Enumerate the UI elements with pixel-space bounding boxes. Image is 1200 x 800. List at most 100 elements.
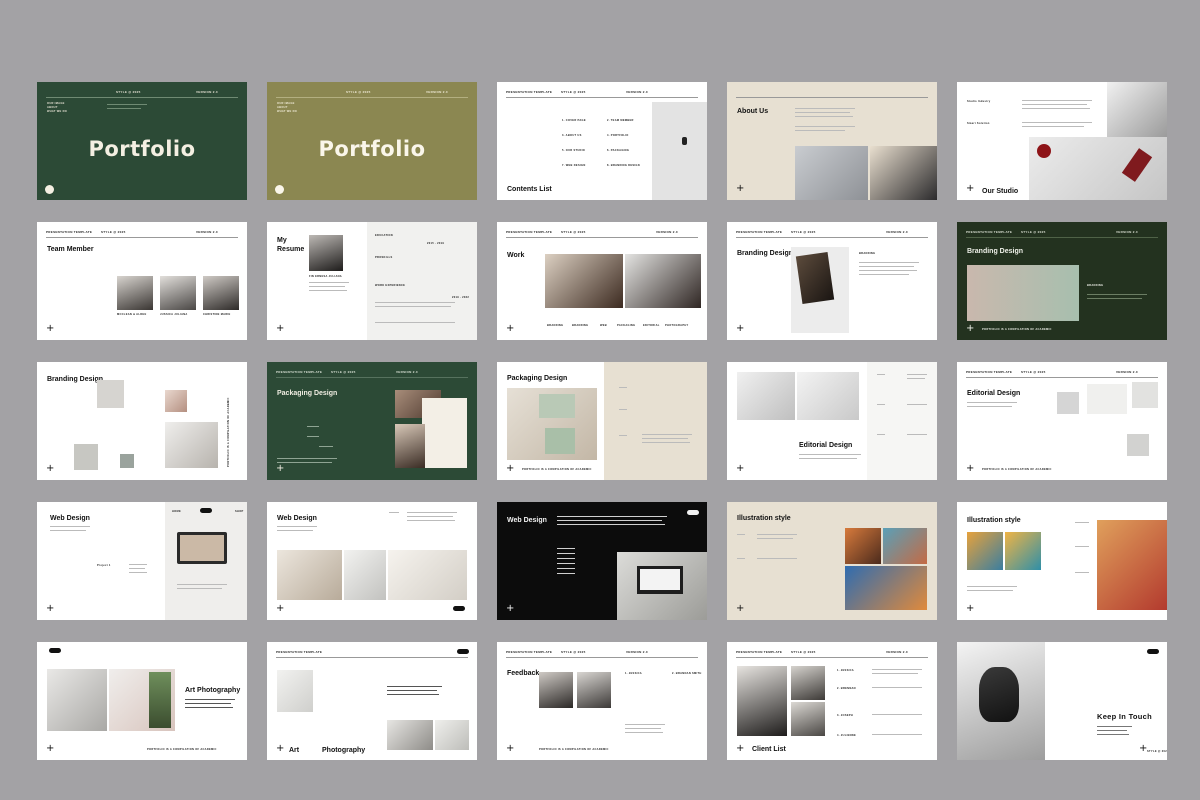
slide-contents[interactable]: PRESENTATION TEMPLATE STYLE @ 2025 VERSI… [497,82,707,200]
text-line [129,568,145,570]
text-line [907,434,927,436]
text-line [907,404,927,406]
menu-item: OUR IMAGE [277,102,295,105]
slide-studio[interactable]: Studio Industry Smart Solution Our Studi… [957,82,1167,200]
slide-editorial-2[interactable]: PRESENTATION TEMPLATE STYLE @ 2025 VERSI… [957,362,1167,480]
header-style: STYLE @ 2025 [116,90,141,94]
slide-title: Client List [752,746,786,753]
slide-title: Branding Design [967,248,1024,255]
text-line [625,732,663,734]
header-version: VERSION 2.0 [426,90,448,94]
client-photo [737,666,787,736]
client-photo [791,666,825,700]
slide-art-2[interactable]: PRESENTATION TEMPLATE Art Photography + [267,642,477,760]
plus-icon: + [966,603,975,614]
client-item: 2. BRENNAN [837,687,856,690]
text-line [795,112,850,114]
slide-title: Team Member [47,246,94,253]
slide-title: Illustration style [967,517,1021,524]
web-tab[interactable]: SHOP [235,510,244,513]
text-line [619,387,627,389]
slide-feedback[interactable]: PRESENTATION TEMPLATE STYLE @ 2025 VERSI… [497,642,707,760]
text-line [557,558,575,560]
web-tab-pill[interactable] [453,606,465,611]
slide-portfolio-olive[interactable]: STYLE @ 2025 VERSION 2.0 OUR IMAGE ABOUT… [267,82,477,200]
slide-packaging-beige[interactable]: Packaging Design PORTFOLIO IS A COMPILAT… [497,362,707,480]
text-line [557,553,575,555]
slide-title: Editorial Design [799,442,853,449]
header-version: VERSION 2.0 [1116,230,1138,234]
slide-header: PRESENTATION TEMPLATE STYLE @ 2025 VERSI… [736,230,928,236]
text-line [967,406,1012,408]
header-version: VERSION 2.0 [656,230,678,234]
slide-packaging-green[interactable]: PRESENTATION TEMPLATE STYLE @ 2025 VERSI… [267,362,477,480]
logo-icon [275,185,284,194]
slide-resume[interactable]: My Resume FIN ERNESA JULIANA EDUCATION 2… [267,222,477,340]
nav-pill[interactable] [1147,649,1159,654]
text-line [1022,108,1090,110]
contents-item: 1. COVER PAGE [562,119,586,122]
text-line [1097,730,1127,732]
slide-illustration-1[interactable]: Illustration style + [727,502,937,620]
slide-branding-dark[interactable]: PRESENTATION TEMPLATE STYLE @ 2025 VERSI… [957,222,1167,340]
slide-title: Feedback [507,670,540,677]
plant-photo [149,672,171,728]
slide-keep-in-touch[interactable]: Keep In Touch + STYLE @ 2025 [957,642,1167,760]
nav-pill[interactable] [457,649,469,654]
slide-work[interactable]: PRESENTATION TEMPLATE STYLE @ 2025 VERSI… [497,222,707,340]
slide-art-photography[interactable]: Art Photography PORTFOLIO IS A COMPILATI… [37,642,247,760]
divider [506,237,698,238]
stationery-photo [737,372,795,420]
text-line [319,446,333,448]
slide-illustration-2[interactable]: Illustration style + [957,502,1167,620]
plus-icon: + [46,603,55,614]
slide-portfolio-green[interactable]: STYLE @ 2025 VERSION 2.0 OUR IMAGE ABOUT… [37,82,247,200]
text-line [185,699,235,701]
header-template: PRESENTATION TEMPLATE [966,370,1013,374]
work-tag: BRANDING [547,324,564,327]
slide-web-dark[interactable]: Web Design + [497,502,707,620]
photography-word: Photography [322,747,366,754]
text-line [872,714,922,716]
text-line [387,694,439,696]
header-template: PRESENTATION TEMPLATE [46,230,93,234]
portfolio-title: Portfolio [88,137,196,161]
text-line [1022,100,1092,102]
slide-team[interactable]: PRESENTATION TEMPLATE STYLE @ 2025 VERSI… [37,222,247,340]
text-line [50,530,86,532]
illustration-art [845,566,927,610]
slide-web-1[interactable]: Web Design HOME SHOP Project 1 + [37,502,247,620]
slide-branding-white[interactable]: PRESENTATION TEMPLATE STYLE @ 2025 VERSI… [727,222,937,340]
slide-editorial[interactable]: Editorial Design + [727,362,937,480]
divider [506,97,698,98]
slide-client-list[interactable]: PRESENTATION TEMPLATE STYLE @ 2025 VERSI… [727,642,937,760]
client-photo [791,702,825,736]
header-version: VERSION 2.0 [396,370,418,374]
resume-section: EDUCATION [375,234,393,237]
text-line [625,728,661,730]
nav-pill[interactable] [49,648,61,653]
slide-title: Keep In Touch [1097,712,1153,721]
box-photo [545,428,575,454]
slide-about[interactable]: About Us + [727,82,937,200]
contents-item: 7. WEB DESIGN [562,164,586,167]
text-line [309,290,347,292]
text-line [737,558,745,560]
text-line [407,512,457,514]
web-tab-pill[interactable] [200,508,212,513]
web-tab-pill[interactable] [687,510,699,515]
shelf-photo [387,720,433,750]
slide-title: Branding Design [737,250,794,257]
profile-photo [309,235,343,271]
web-tab[interactable]: HOME [172,510,181,513]
text-line [407,520,455,522]
tagline: PORTFOLIO IS A COMPILATION OF ACADEMIC [982,328,1052,331]
plus-icon: + [506,743,515,754]
book-mockup [795,252,835,304]
divider [736,657,928,658]
slide-web-2[interactable]: Web Design + [267,502,477,620]
web-photo [388,550,467,600]
small-photo [120,454,134,468]
text-line [129,564,147,566]
slide-branding-collage[interactable]: Branding Design PORTFOLIO IS A COMPILATI… [37,362,247,480]
